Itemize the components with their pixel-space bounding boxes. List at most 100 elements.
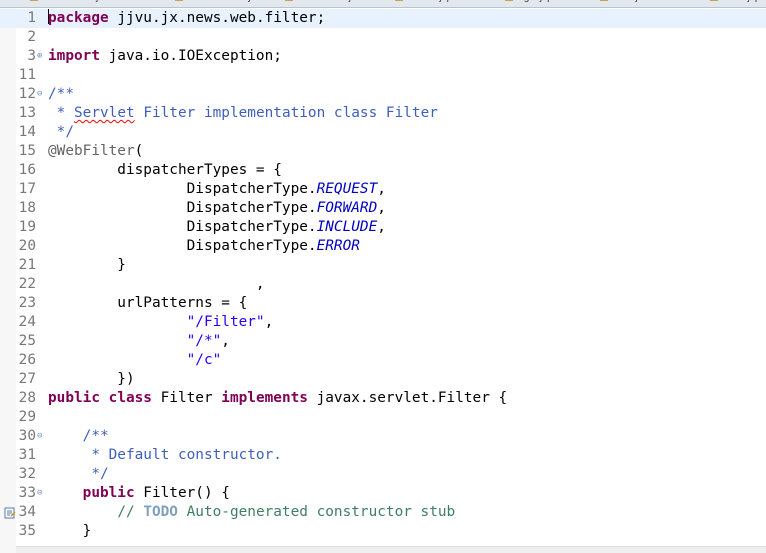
- code-text: public class Filter implements javax.ser…: [48, 389, 507, 408]
- code-editor[interactable]: 1 package jjvu.jx.news.web.filter; 2 3 ⊕ impo…: [0, 9, 766, 541]
- code-token: @WebFilter: [48, 143, 135, 159]
- code-text: urlPatterns = {: [48, 294, 247, 313]
- line-number: 14: [18, 124, 36, 140]
- code-line[interactable]: 2: [0, 28, 766, 47]
- line-number: 12: [18, 86, 36, 102]
- editor-tab-label: UserServlet.java: [41, 0, 114, 3]
- collapse-fold-icon[interactable]: ⊖: [37, 85, 42, 104]
- line-number: 2: [27, 29, 36, 45]
- line-number: 24: [18, 314, 36, 330]
- editor-tab-label: CheckFilter.java: [296, 0, 367, 3]
- horizontal-scrollbar[interactable]: [16, 546, 766, 553]
- code-token: java.io.IOException;: [99, 48, 282, 64]
- code-token: public: [82, 485, 135, 501]
- code-token: }: [48, 257, 126, 273]
- file-icon: [505, 0, 513, 2]
- code-line[interactable]: 21 }: [0, 256, 766, 275]
- line-number: 1: [27, 10, 36, 26]
- code-token: * Default constructor.: [48, 447, 282, 463]
- code-line[interactable]: 18 DispatcherType.FORWARD,: [0, 199, 766, 218]
- code-text: DispatcherType.INCLUDE,: [48, 218, 386, 237]
- code-text: */: [48, 465, 108, 484]
- code-line[interactable]: 24 "/Filter",: [0, 313, 766, 332]
- editor-tab[interactable]: Filter.java: [600, 0, 654, 5]
- code-line[interactable]: 20 DispatcherType.ERROR: [0, 237, 766, 256]
- code-token: import: [48, 48, 100, 64]
- code-line[interactable]: 33 ⊖ public Filter() {: [0, 484, 766, 503]
- code-line[interactable]: 11: [0, 66, 766, 85]
- code-token: DispatcherType.: [48, 219, 317, 235]
- code-line[interactable]: 31 * Default constructor.: [0, 446, 766, 465]
- code-line[interactable]: 30 ⊖ /**: [0, 427, 766, 446]
- code-line[interactable]: 19 DispatcherType.INCLUDE,: [0, 218, 766, 237]
- code-text: }: [48, 522, 92, 541]
- code-line[interactable]: 23 urlPatterns = {: [0, 294, 766, 313]
- line-number: 3: [27, 48, 36, 64]
- code-line[interactable]: 3 ⊕ import java.io.IOException;: [0, 47, 766, 66]
- code-text: @WebFilter(: [48, 142, 143, 161]
- code-text: DispatcherType.FORWARD,: [48, 199, 386, 218]
- file-icon: [175, 0, 183, 2]
- line-number: 15: [18, 143, 36, 159]
- code-token: Filter() {: [134, 485, 230, 501]
- code-line[interactable]: 27 }): [0, 370, 766, 389]
- code-token: /**: [48, 86, 74, 102]
- line-number: 31: [18, 447, 36, 463]
- editor-tab[interactable]: index.jsp: [710, 0, 760, 5]
- code-line[interactable]: 14 */: [0, 123, 766, 142]
- editor-tab[interactable]: header.jsp: [395, 0, 452, 5]
- editor-tab-label: AdminServlet.java: [186, 0, 267, 3]
- editor-tab[interactable]: login.jsp: [505, 0, 553, 5]
- code-line[interactable]: 25 "/*",: [0, 332, 766, 351]
- code-token: public: [48, 390, 100, 406]
- editor-tab[interactable]: CheckFilter.java: [285, 0, 367, 5]
- code-token: DispatcherType.: [48, 200, 317, 216]
- code-token: //: [117, 504, 144, 520]
- code-token: ,: [264, 314, 274, 330]
- code-token: Filter: [151, 390, 222, 406]
- code-token: ,: [377, 219, 386, 235]
- code-line[interactable]: 12 ⊖ /**: [0, 85, 766, 104]
- line-number: 35: [18, 523, 36, 539]
- code-token: urlPatterns = {: [48, 295, 248, 311]
- code-line[interactable]: 34 // TODO Auto-generated constructor st…: [0, 503, 766, 522]
- editor-tab-label: header.jsp: [406, 0, 452, 3]
- code-token: "/*": [186, 333, 222, 349]
- code-token: jjvu.jx.news.web.filter;: [108, 10, 326, 26]
- line-number: 13: [18, 105, 36, 121]
- code-line[interactable]: 22 ,: [0, 275, 766, 294]
- code-text: * Servlet Filter implementation class Fi…: [48, 104, 438, 123]
- code-text: DispatcherType.REQUEST,: [48, 180, 386, 199]
- code-token: REQUEST: [316, 181, 378, 197]
- code-line[interactable]: 13 * Servlet Filter implementation class…: [0, 104, 766, 123]
- code-line[interactable]: 15 @WebFilter(: [0, 142, 766, 161]
- code-text: "/c": [48, 351, 222, 370]
- editor-tab[interactable]: UserServlet.java: [30, 0, 114, 5]
- line-number: 23: [18, 295, 36, 311]
- code-line[interactable]: 32 */: [0, 465, 766, 484]
- code-line[interactable]: 16 dispatcherTypes = {: [0, 161, 766, 180]
- code-line[interactable]: 1 package jjvu.jx.news.web.filter;: [0, 9, 766, 28]
- editor-tab-label: login.jsp: [516, 0, 553, 3]
- code-text: dispatcherTypes = {: [48, 161, 282, 180]
- code-token: "/Filter": [186, 314, 265, 330]
- code-token: class: [108, 390, 152, 406]
- code-text: package jjvu.jx.news.web.filter;: [48, 9, 325, 28]
- code-line[interactable]: 35 }: [0, 522, 766, 541]
- code-line[interactable]: 26 "/c": [0, 351, 766, 370]
- file-icon: [600, 0, 608, 2]
- code-text: public Filter() {: [48, 484, 230, 503]
- collapse-fold-icon[interactable]: ⊖: [37, 484, 42, 503]
- code-text: "/*",: [48, 332, 230, 351]
- code-line[interactable]: 29: [0, 408, 766, 427]
- code-line[interactable]: 28 public class Filter implements javax.s…: [0, 389, 766, 408]
- editor-tab-label: index.jsp: [721, 0, 760, 3]
- editor-tab[interactable]: AdminServlet.java: [175, 0, 267, 5]
- code-text: // TODO Auto-generated constructor stub: [48, 503, 455, 522]
- expand-fold-icon[interactable]: ⊕: [37, 47, 42, 66]
- code-line[interactable]: 17 DispatcherType.REQUEST,: [0, 180, 766, 199]
- collapse-fold-icon[interactable]: ⊖: [37, 427, 42, 446]
